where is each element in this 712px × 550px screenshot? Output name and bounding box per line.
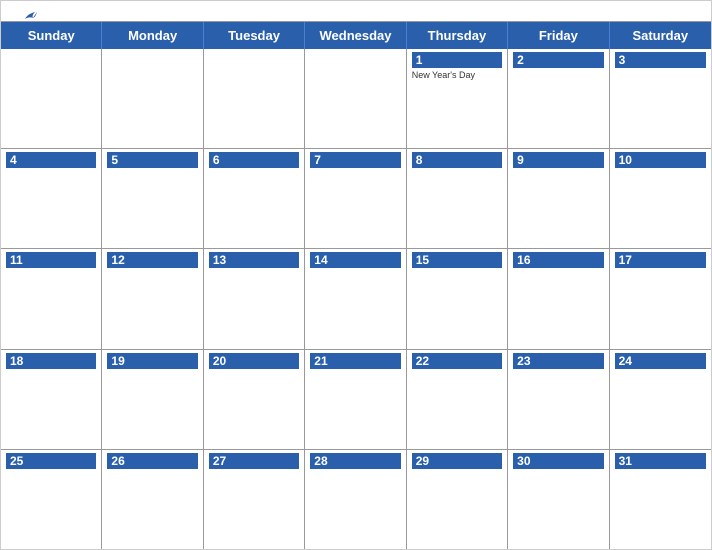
day-number: 12 — [107, 252, 197, 268]
day-cell: 24 — [610, 350, 711, 449]
day-cell: 3 — [610, 49, 711, 148]
logo-bird-icon — [23, 9, 37, 23]
day-cell: 18 — [1, 350, 102, 449]
day-number: 24 — [615, 353, 706, 369]
day-number: 1 — [412, 52, 502, 68]
day-number: 8 — [412, 152, 502, 168]
day-header-saturday: Saturday — [610, 22, 711, 49]
day-number: 5 — [107, 152, 197, 168]
day-cell: 17 — [610, 249, 711, 348]
day-number: 25 — [6, 453, 96, 469]
day-cell: 20 — [204, 350, 305, 449]
day-number: 3 — [615, 52, 706, 68]
day-cell: 19 — [102, 350, 203, 449]
day-number: 27 — [209, 453, 299, 469]
day-header-monday: Monday — [102, 22, 203, 49]
day-cell: 15 — [407, 249, 508, 348]
day-cell: 6 — [204, 149, 305, 248]
day-cell — [204, 49, 305, 148]
day-cell: 22 — [407, 350, 508, 449]
week-row-5: 25 26 27 28 29 30 31 — [1, 450, 711, 549]
week-row-2: 456789 10 — [1, 149, 711, 249]
day-cell: 4 — [1, 149, 102, 248]
day-number: 16 — [513, 252, 603, 268]
calendar-grid: SundayMondayTuesdayWednesdayThursdayFrid… — [1, 21, 711, 549]
day-number: 23 — [513, 353, 603, 369]
day-number: 17 — [615, 252, 706, 268]
day-cell: 21 — [305, 350, 406, 449]
day-cell — [305, 49, 406, 148]
day-number: 10 — [615, 152, 706, 168]
day-cell: 27 — [204, 450, 305, 549]
day-header-thursday: Thursday — [407, 22, 508, 49]
day-number: 13 — [209, 252, 299, 268]
day-cell: 29 — [407, 450, 508, 549]
weeks-container: 1New Year's Day2345678910111213141516171… — [1, 49, 711, 549]
day-number: 11 — [6, 252, 96, 268]
logo-blue — [21, 9, 37, 23]
day-cell: 13 — [204, 249, 305, 348]
day-cell: 2 — [508, 49, 609, 148]
day-headers-row: SundayMondayTuesdayWednesdayThursdayFrid… — [1, 22, 711, 49]
day-header-sunday: Sunday — [1, 22, 102, 49]
day-cell: 5 — [102, 149, 203, 248]
day-cell: 28 — [305, 450, 406, 549]
day-cell: 7 — [305, 149, 406, 248]
day-cell — [102, 49, 203, 148]
day-number: 4 — [6, 152, 96, 168]
day-number: 15 — [412, 252, 502, 268]
week-row-3: 11 12 13 14 15 16 17 — [1, 249, 711, 349]
week-row-4: 18 19 20 21 22 23 24 — [1, 350, 711, 450]
day-header-wednesday: Wednesday — [305, 22, 406, 49]
day-number: 20 — [209, 353, 299, 369]
day-cell: 16 — [508, 249, 609, 348]
day-number: 14 — [310, 252, 400, 268]
day-number: 28 — [310, 453, 400, 469]
day-cell — [1, 49, 102, 148]
day-number: 31 — [615, 453, 706, 469]
day-cell: 9 — [508, 149, 609, 248]
day-cell: 26 — [102, 450, 203, 549]
day-cell: 31 — [610, 450, 711, 549]
day-number: 26 — [107, 453, 197, 469]
day-cell: 23 — [508, 350, 609, 449]
day-number: 29 — [412, 453, 502, 469]
day-cell: 1 New Year's Day — [407, 49, 508, 148]
day-number: 7 — [310, 152, 400, 168]
day-number: 21 — [310, 353, 400, 369]
day-cell: 8 — [407, 149, 508, 248]
week-row-1: 1 New Year's Day 23 — [1, 49, 711, 149]
day-cell: 11 — [1, 249, 102, 348]
day-cell: 10 — [610, 149, 711, 248]
day-number: 19 — [107, 353, 197, 369]
day-number: 6 — [209, 152, 299, 168]
day-number: 2 — [513, 52, 603, 68]
day-cell: 25 — [1, 450, 102, 549]
day-cell: 12 — [102, 249, 203, 348]
day-number: 30 — [513, 453, 603, 469]
logo — [21, 9, 37, 23]
day-header-friday: Friday — [508, 22, 609, 49]
calendar-container: SundayMondayTuesdayWednesdayThursdayFrid… — [0, 0, 712, 550]
day-number: 9 — [513, 152, 603, 168]
day-number: 22 — [412, 353, 502, 369]
day-cell: 30 — [508, 450, 609, 549]
day-header-tuesday: Tuesday — [204, 22, 305, 49]
day-number: 18 — [6, 353, 96, 369]
calendar-header — [1, 1, 711, 21]
day-cell: 14 — [305, 249, 406, 348]
holiday-label: New Year's Day — [412, 70, 502, 81]
